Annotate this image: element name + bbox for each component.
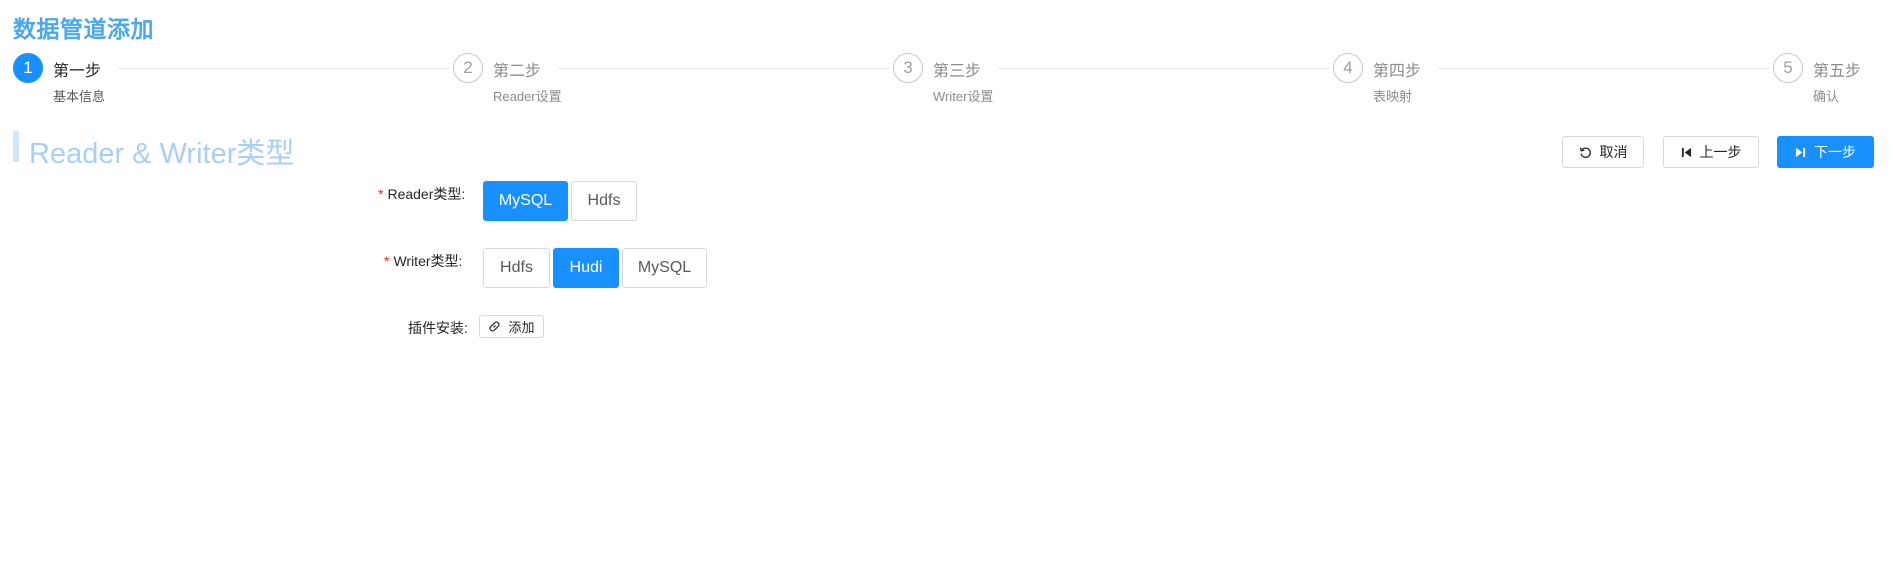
step-number: 1 [13,53,43,83]
link-icon [488,320,501,333]
steps-bar: 1 第一步 基本信息 2 第二步 Reader设置 3 第三步 Writer设置… [13,53,1879,113]
prev-step-button[interactable]: 上一步 [1663,136,1759,168]
step-description: 基本信息 [53,89,106,104]
add-plugin-label: 添加 [508,320,535,335]
page-title: 数据管道添加 [13,16,154,42]
step-number: 4 [1333,53,1363,83]
required-mark: * [378,186,384,202]
writer-type-label: * Writer类型: [384,251,462,271]
step-number: 2 [453,53,483,83]
step-title: 第一步 [53,57,116,81]
writer-type-label-text: Writer类型 [393,253,459,269]
step-number: 5 [1773,53,1803,83]
label-colon: : [461,186,466,202]
writer-option-hudi[interactable]: Hudi [553,248,619,288]
plugin-install-label-text: 插件安装 [408,320,464,336]
required-mark: * [384,253,390,269]
step-forward-icon [1795,147,1806,158]
step-title: 第五步 [1813,57,1876,81]
label-colon: : [458,253,463,269]
step-description: 确认 [1813,89,1840,104]
step-description: 表映射 [1373,89,1413,104]
step-backward-icon [1681,147,1692,158]
writer-option-mysql[interactable]: MySQL [622,248,707,288]
plugin-install-label: 插件安装: [408,318,468,338]
step-connector [998,68,1330,69]
undo-icon [1579,146,1592,159]
step-description: Reader设置 [493,89,562,104]
next-step-label: 下一步 [1814,144,1856,160]
add-plugin-button[interactable]: 添加 [479,315,544,338]
cancel-label: 取消 [1599,144,1628,160]
step-title: 第二步 [493,57,556,81]
prev-step-label: 上一步 [1699,144,1742,160]
step-title: 第四步 [1373,57,1436,81]
section-accent-bar [13,131,19,162]
reader-type-label-text: Reader类型 [387,186,462,202]
section-title: Reader & Writer类型 [29,138,295,170]
step-connector [558,68,890,69]
cancel-button[interactable]: 取消 [1562,136,1644,168]
next-step-button[interactable]: 下一步 [1777,136,1874,168]
writer-option-hdfs[interactable]: Hdfs [483,248,550,288]
step-number: 3 [893,53,923,83]
reader-option-mysql[interactable]: MySQL [483,181,568,221]
reader-type-label: * Reader类型: [378,184,465,204]
reader-option-hdfs[interactable]: Hdfs [571,181,637,221]
step-description: Writer设置 [933,89,994,104]
step-connector [1438,68,1770,69]
step-title: 第三步 [933,57,996,81]
step-connector [118,68,450,69]
label-colon: : [464,320,468,336]
